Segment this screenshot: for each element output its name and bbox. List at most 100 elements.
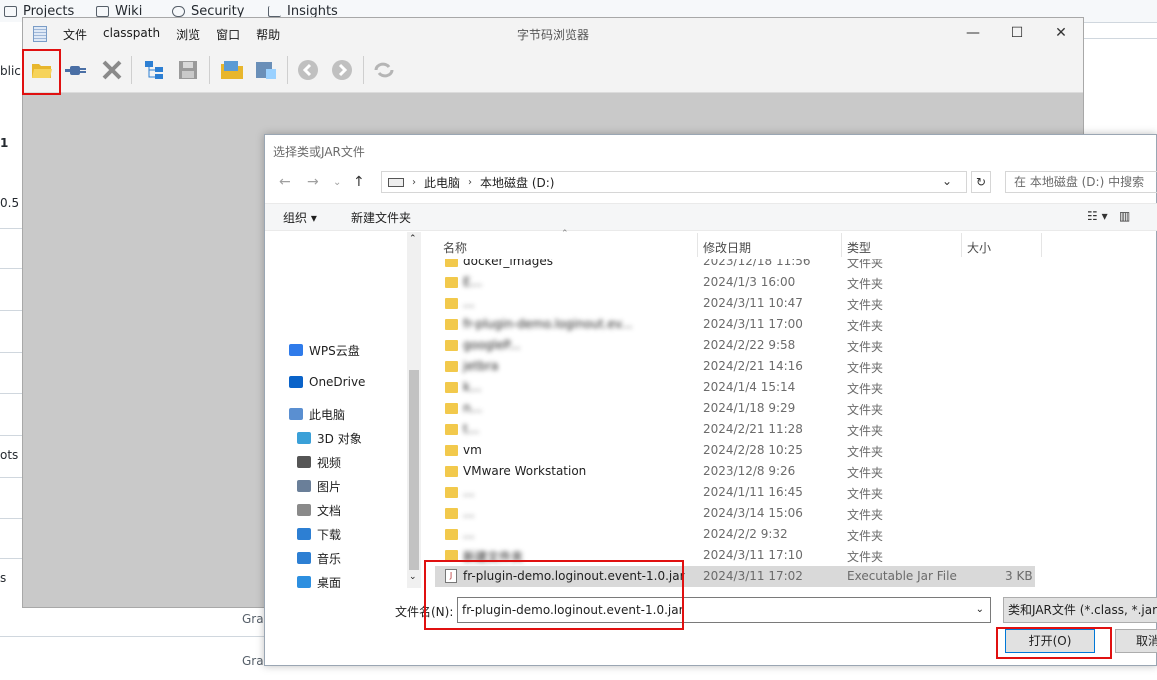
file-type: 文件夹 xyxy=(847,550,884,564)
gh-fragment: ots xyxy=(0,448,19,462)
column-date[interactable]: 修改日期 xyxy=(703,239,751,256)
nav-back-arrow[interactable]: ← xyxy=(279,174,291,190)
refresh-button[interactable] xyxy=(371,57,397,83)
file-date: 2023/12/18 11:56 xyxy=(703,259,811,268)
file-row[interactable]: vm 2024/2/28 10:25 文件夹 xyxy=(435,440,1035,461)
breadcrumb-pc[interactable]: 此电脑 xyxy=(424,174,460,191)
chevron-down-icon[interactable]: ⌄ xyxy=(942,174,952,188)
nav-item[interactable]: 此电脑 xyxy=(289,403,345,425)
menu-browse[interactable]: 浏览 xyxy=(176,26,200,43)
nav-item[interactable]: 视频 xyxy=(297,451,341,473)
address-bar[interactable]: › 此电脑 › 本地磁盘 (D:) ⌄ xyxy=(381,171,967,193)
book-icon xyxy=(96,6,109,17)
nav-item-label: 3D 对象 xyxy=(317,431,362,446)
file-type: 文件夹 xyxy=(847,424,884,438)
tree-icon xyxy=(145,61,163,79)
file-date: 2024/3/11 17:02 xyxy=(703,569,803,583)
folder-icon xyxy=(445,361,458,372)
maximize-button[interactable]: ☐ xyxy=(995,18,1039,48)
file-date: 2024/2/28 10:25 xyxy=(703,443,803,457)
file-date: 2024/2/22 9:58 xyxy=(703,338,796,352)
scroll-down-icon[interactable]: ⌄ xyxy=(409,572,417,582)
chevron-down-icon[interactable]: ⌄ xyxy=(976,598,984,622)
desktop-icon xyxy=(297,576,311,588)
column-type[interactable]: 类型 xyxy=(847,239,871,256)
file-row[interactable]: jetbra 2024/2/21 14:16 文件夹 xyxy=(435,356,1035,377)
save-as-icon xyxy=(256,62,276,79)
forward-button[interactable] xyxy=(329,57,355,83)
menubar: 文件 classpath 浏览 窗口 帮助 xyxy=(63,26,296,43)
search-input[interactable]: 在 本地磁盘 (D:) 中搜索 xyxy=(1005,171,1157,193)
gh-fragment: Gra xyxy=(242,612,264,626)
menu-classpath[interactable]: classpath xyxy=(103,26,160,43)
gh-fragment: 0.5 xyxy=(0,196,20,210)
menu-file[interactable]: 文件 xyxy=(63,26,87,43)
recent-dropdown-icon[interactable]: ⌄ xyxy=(333,177,341,188)
open-jar-button[interactable] xyxy=(219,57,245,83)
file-date: 2024/3/14 15:06 xyxy=(703,506,803,520)
nav-item-label: 音乐 xyxy=(317,551,342,566)
menu-help[interactable]: 帮助 xyxy=(256,26,280,43)
tree-button[interactable] xyxy=(141,57,167,83)
command-bar: 组织 ▾ 新建文件夹 ☷ ▾ ▥ xyxy=(265,203,1157,231)
file-row[interactable]: googleP... 2024/2/22 9:58 文件夹 xyxy=(435,335,1035,356)
refresh-button[interactable]: ↻ xyxy=(971,171,991,193)
back-button[interactable] xyxy=(295,57,321,83)
nav-item[interactable]: 下载 xyxy=(297,523,341,545)
save-button[interactable] xyxy=(175,57,201,83)
file-row[interactable]: ... 2024/3/14 15:06 文件夹 xyxy=(435,503,1035,524)
file-row[interactable]: ... 2024/3/11 10:47 文件夹 xyxy=(435,293,1035,314)
file-name: fr-plugin-demo.loginout.ev... xyxy=(463,317,633,331)
save-as-button[interactable] xyxy=(253,57,279,83)
file-row[interactable]: VMware Workstation 2023/12/8 9:26 文件夹 xyxy=(435,461,1035,482)
file-row[interactable]: t... 2024/2/21 11:28 文件夹 xyxy=(435,419,1035,440)
file-name: ... xyxy=(463,506,475,520)
nav-item[interactable]: OneDrive xyxy=(289,371,365,393)
plugin-button[interactable] xyxy=(63,57,89,83)
breadcrumb-drive[interactable]: 本地磁盘 (D:) xyxy=(480,174,554,191)
nav-item[interactable]: 3D 对象 xyxy=(297,427,362,449)
nav-item[interactable]: 文档 xyxy=(297,499,341,521)
nav-forward-arrow[interactable]: → xyxy=(307,174,319,190)
chevron-right-icon: › xyxy=(468,176,473,188)
file-type: 文件夹 xyxy=(847,403,884,417)
column-size[interactable]: 大小 xyxy=(967,239,991,256)
gh-fragment: 1 xyxy=(0,136,9,150)
new-folder-button[interactable]: 新建文件夹 xyxy=(351,209,411,226)
scroll-up-icon[interactable]: ⌃ xyxy=(409,234,417,244)
close-button[interactable]: ✕ xyxy=(1039,18,1083,48)
file-name: k... xyxy=(463,380,482,394)
nav-item[interactable]: WPS云盘 xyxy=(289,339,360,361)
file-row[interactable]: docker_images 2023/12/18 11:56 文件夹 xyxy=(435,259,1035,272)
close-file-button[interactable] xyxy=(99,57,125,83)
folder-icon xyxy=(445,319,458,330)
file-type: 文件夹 xyxy=(847,340,884,354)
folder-icon xyxy=(445,382,458,393)
music-icon xyxy=(297,552,311,564)
nav-item-label: 下载 xyxy=(317,527,342,542)
nav-scrollbar[interactable]: ⌃ ⌄ xyxy=(407,232,421,588)
file-row[interactable]: n... 2024/1/18 9:29 文件夹 xyxy=(435,398,1035,419)
folder-icon xyxy=(445,445,458,456)
cancel-button[interactable]: 取消 xyxy=(1115,629,1157,653)
file-name: ... xyxy=(463,485,475,499)
file-row[interactable]: fr-plugin-demo.loginout.ev... 2024/3/11 1… xyxy=(435,314,1035,335)
file-row[interactable]: ... 2024/2/2 9:32 文件夹 xyxy=(435,524,1035,545)
file-row[interactable]: E... 2024/1/3 16:00 文件夹 xyxy=(435,272,1035,293)
file-type-filter[interactable]: 类和JAR文件 (*.class, *.jar) xyxy=(1003,597,1157,623)
scroll-thumb[interactable] xyxy=(409,370,419,570)
nav-item[interactable]: 桌面 xyxy=(297,571,341,588)
file-row[interactable]: k... 2024/1/4 15:14 文件夹 xyxy=(435,377,1035,398)
column-name[interactable]: 名称 xyxy=(443,239,467,256)
view-options-icon[interactable]: ☷ ▾ ▥ xyxy=(1087,209,1130,223)
nav-item[interactable]: 图片 xyxy=(297,475,341,497)
viewer-titlebar: 字节码浏览器 文件 classpath 浏览 窗口 帮助 — ☐ ✕ xyxy=(23,18,1083,48)
file-row[interactable]: ... 2024/1/11 16:45 文件夹 xyxy=(435,482,1035,503)
nav-item[interactable]: 音乐 xyxy=(297,547,341,569)
minimize-button[interactable]: — xyxy=(951,18,995,48)
arrow-left-icon xyxy=(298,60,318,80)
organize-button[interactable]: 组织 ▾ xyxy=(283,209,317,226)
download-icon xyxy=(297,528,311,540)
nav-up-arrow[interactable]: ↑ xyxy=(353,174,365,190)
menu-window[interactable]: 窗口 xyxy=(216,26,240,43)
